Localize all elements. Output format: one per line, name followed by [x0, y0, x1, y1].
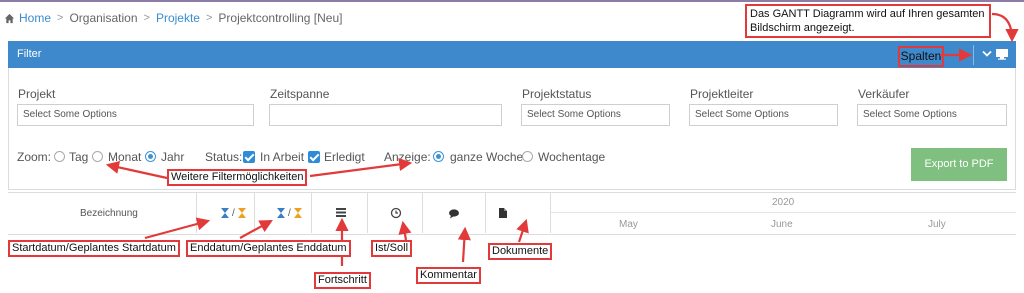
annotation-start-date: Startdatum/Geplantes Startdatum [8, 240, 180, 257]
annotation-progress: Fortschritt [314, 272, 371, 289]
annotation-documents: Dokumente [488, 243, 553, 260]
annotation-ist-soll: Ist/Soll [371, 240, 413, 257]
annotation-filters: Weitere Filtermöglichkeiten [167, 169, 308, 186]
annotation-fullscreen: Das GANTT Diagramm wird auf Ihren gesamt… [745, 4, 991, 38]
annotation-end-date: Enddatum/Geplantes Enddatum [186, 240, 351, 257]
annotation-comment: Kommentar [416, 267, 481, 284]
